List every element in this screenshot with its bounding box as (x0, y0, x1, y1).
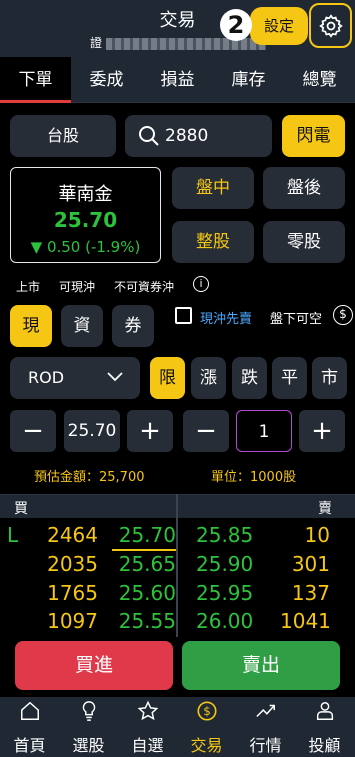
search-value: 2880 (165, 126, 209, 146)
nav-market-label: 行情 (249, 736, 282, 755)
buy-column-header: 買 (14, 501, 28, 517)
gear-icon (318, 13, 343, 38)
daytrade-first-label[interactable]: 現沖先賣 (200, 308, 252, 327)
nav-stock-picker[interactable]: 選股 (59, 697, 118, 757)
account-prefix: 證 (90, 36, 103, 50)
round-lot-button[interactable]: 整股 (172, 221, 254, 263)
flat-price-button[interactable]: 平 (272, 357, 307, 399)
status-tag-margin: 不可資券沖 (114, 280, 175, 294)
short-trade-button[interactable]: 券 (112, 305, 154, 347)
lightbulb-icon (82, 701, 96, 721)
chevron-down-icon (107, 372, 123, 382)
step-badge: 2 (220, 9, 252, 41)
ask-quantity: 1041 (280, 609, 331, 633)
stock-search-input[interactable]: 2880 (125, 115, 272, 157)
limit-price-button[interactable]: 限 (150, 357, 185, 399)
odd-lot-button[interactable]: 零股 (263, 221, 345, 263)
price-plus-button[interactable]: + (127, 410, 173, 452)
star-icon (137, 700, 159, 721)
order-book: 買 賣 L 2464 25.70 25.85 10 2035 25.65 25.… (0, 494, 355, 637)
tab-orders-filled[interactable]: 委成 (71, 57, 142, 103)
quantity-input[interactable]: 1 (236, 410, 292, 452)
bid-quantity: 1097 (47, 609, 98, 633)
dollar-icon[interactable]: $ (333, 305, 353, 325)
stock-quote-card: 華南金 25.70 ▼ 0.50 (-1.9%) (10, 167, 161, 263)
margin-trade-button[interactable]: 資 (61, 305, 103, 347)
settings-button[interactable]: 設定 (250, 7, 308, 45)
market-selector-button[interactable]: 台股 (10, 115, 116, 157)
quantity-minus-button[interactable]: − (183, 410, 229, 452)
nav-home[interactable]: 首頁 (0, 697, 59, 757)
status-tag-listed: 上市 (16, 280, 41, 294)
bottom-navigation: 首頁 選股 自選 $ 交易 行情 投顧 (0, 697, 355, 757)
ask-quantity: 301 (291, 552, 330, 576)
bid-quantity: 2464 (47, 523, 98, 547)
home-icon (21, 701, 39, 720)
last-price-marker: L (7, 523, 19, 547)
nav-market[interactable]: 行情 (236, 697, 295, 757)
nav-watchlist-label: 自選 (131, 736, 164, 755)
svg-text:$: $ (203, 704, 211, 718)
sell-column-header: 賣 (318, 501, 332, 517)
nav-trade[interactable]: $ 交易 (177, 697, 236, 757)
ask-price[interactable]: 26.00 (196, 605, 253, 637)
after-close-short-label: 盤下可空 (270, 312, 323, 327)
market-price-button[interactable]: 市 (312, 357, 347, 399)
after-hours-button[interactable]: 盤後 (263, 167, 345, 209)
app-header: 交易 證 設定 2 (0, 0, 355, 57)
search-icon (139, 126, 159, 146)
tab-overview[interactable]: 總覽 (284, 57, 355, 103)
unit-label: 單位：1000股 (211, 470, 297, 485)
stock-name: 華南金 (58, 184, 113, 205)
cash-trade-button[interactable]: 現 (10, 305, 52, 347)
ask-price[interactable]: 25.85 (196, 519, 253, 551)
bid-price[interactable]: 25.65 (112, 548, 176, 580)
time-in-force-select[interactable]: ROD (10, 357, 140, 399)
price-minus-button[interactable]: − (10, 410, 56, 452)
ask-quantity: 10 (304, 523, 330, 547)
limit-down-button[interactable]: 跌 (232, 357, 267, 399)
flash-order-button[interactable]: 閃電 (282, 115, 345, 157)
daytrade-first-checkbox[interactable] (175, 307, 192, 324)
advisor-icon (316, 702, 334, 720)
intraday-button[interactable]: 盤中 (172, 167, 254, 209)
buy-button[interactable]: 買進 (15, 641, 173, 690)
stock-price: 25.70 (53, 208, 118, 232)
status-tag-daytrade: 可現沖 (59, 280, 96, 294)
nav-stock-picker-label: 選股 (72, 736, 105, 755)
quantity-plus-button[interactable]: + (299, 410, 345, 452)
nav-home-label: 首頁 (13, 736, 46, 755)
dollar-coin-icon: $ (197, 701, 217, 721)
nav-watchlist[interactable]: 自選 (118, 697, 177, 757)
order-book-divider (176, 494, 178, 637)
bid-price[interactable]: 25.70 (112, 519, 176, 551)
trend-icon (256, 704, 275, 718)
nav-advisor[interactable]: 投顧 (295, 697, 354, 757)
gear-button[interactable] (309, 3, 352, 48)
nav-advisor-label: 投顧 (308, 736, 341, 755)
main-tabs: 下單 委成 損益 庫存 總覽 (0, 57, 355, 103)
bid-quantity: 2035 (47, 552, 98, 576)
price-input[interactable]: 25.70 (64, 410, 120, 452)
time-in-force-value: ROD (28, 368, 65, 387)
tab-inventory[interactable]: 庫存 (213, 57, 284, 103)
tab-profit-loss[interactable]: 損益 (142, 57, 213, 103)
estimated-amount: 預估金額：25,700 (34, 470, 145, 485)
tab-order[interactable]: 下單 (0, 57, 71, 103)
sell-button[interactable]: 賣出 (182, 641, 340, 690)
stock-change: ▼ 0.50 (-1.9%) (30, 238, 141, 256)
ask-price[interactable]: 25.90 (196, 548, 253, 580)
nav-trade-label: 交易 (190, 736, 223, 755)
info-icon[interactable]: i (193, 276, 209, 292)
limit-up-button[interactable]: 漲 (191, 357, 226, 399)
bid-price[interactable]: 25.55 (112, 605, 176, 637)
